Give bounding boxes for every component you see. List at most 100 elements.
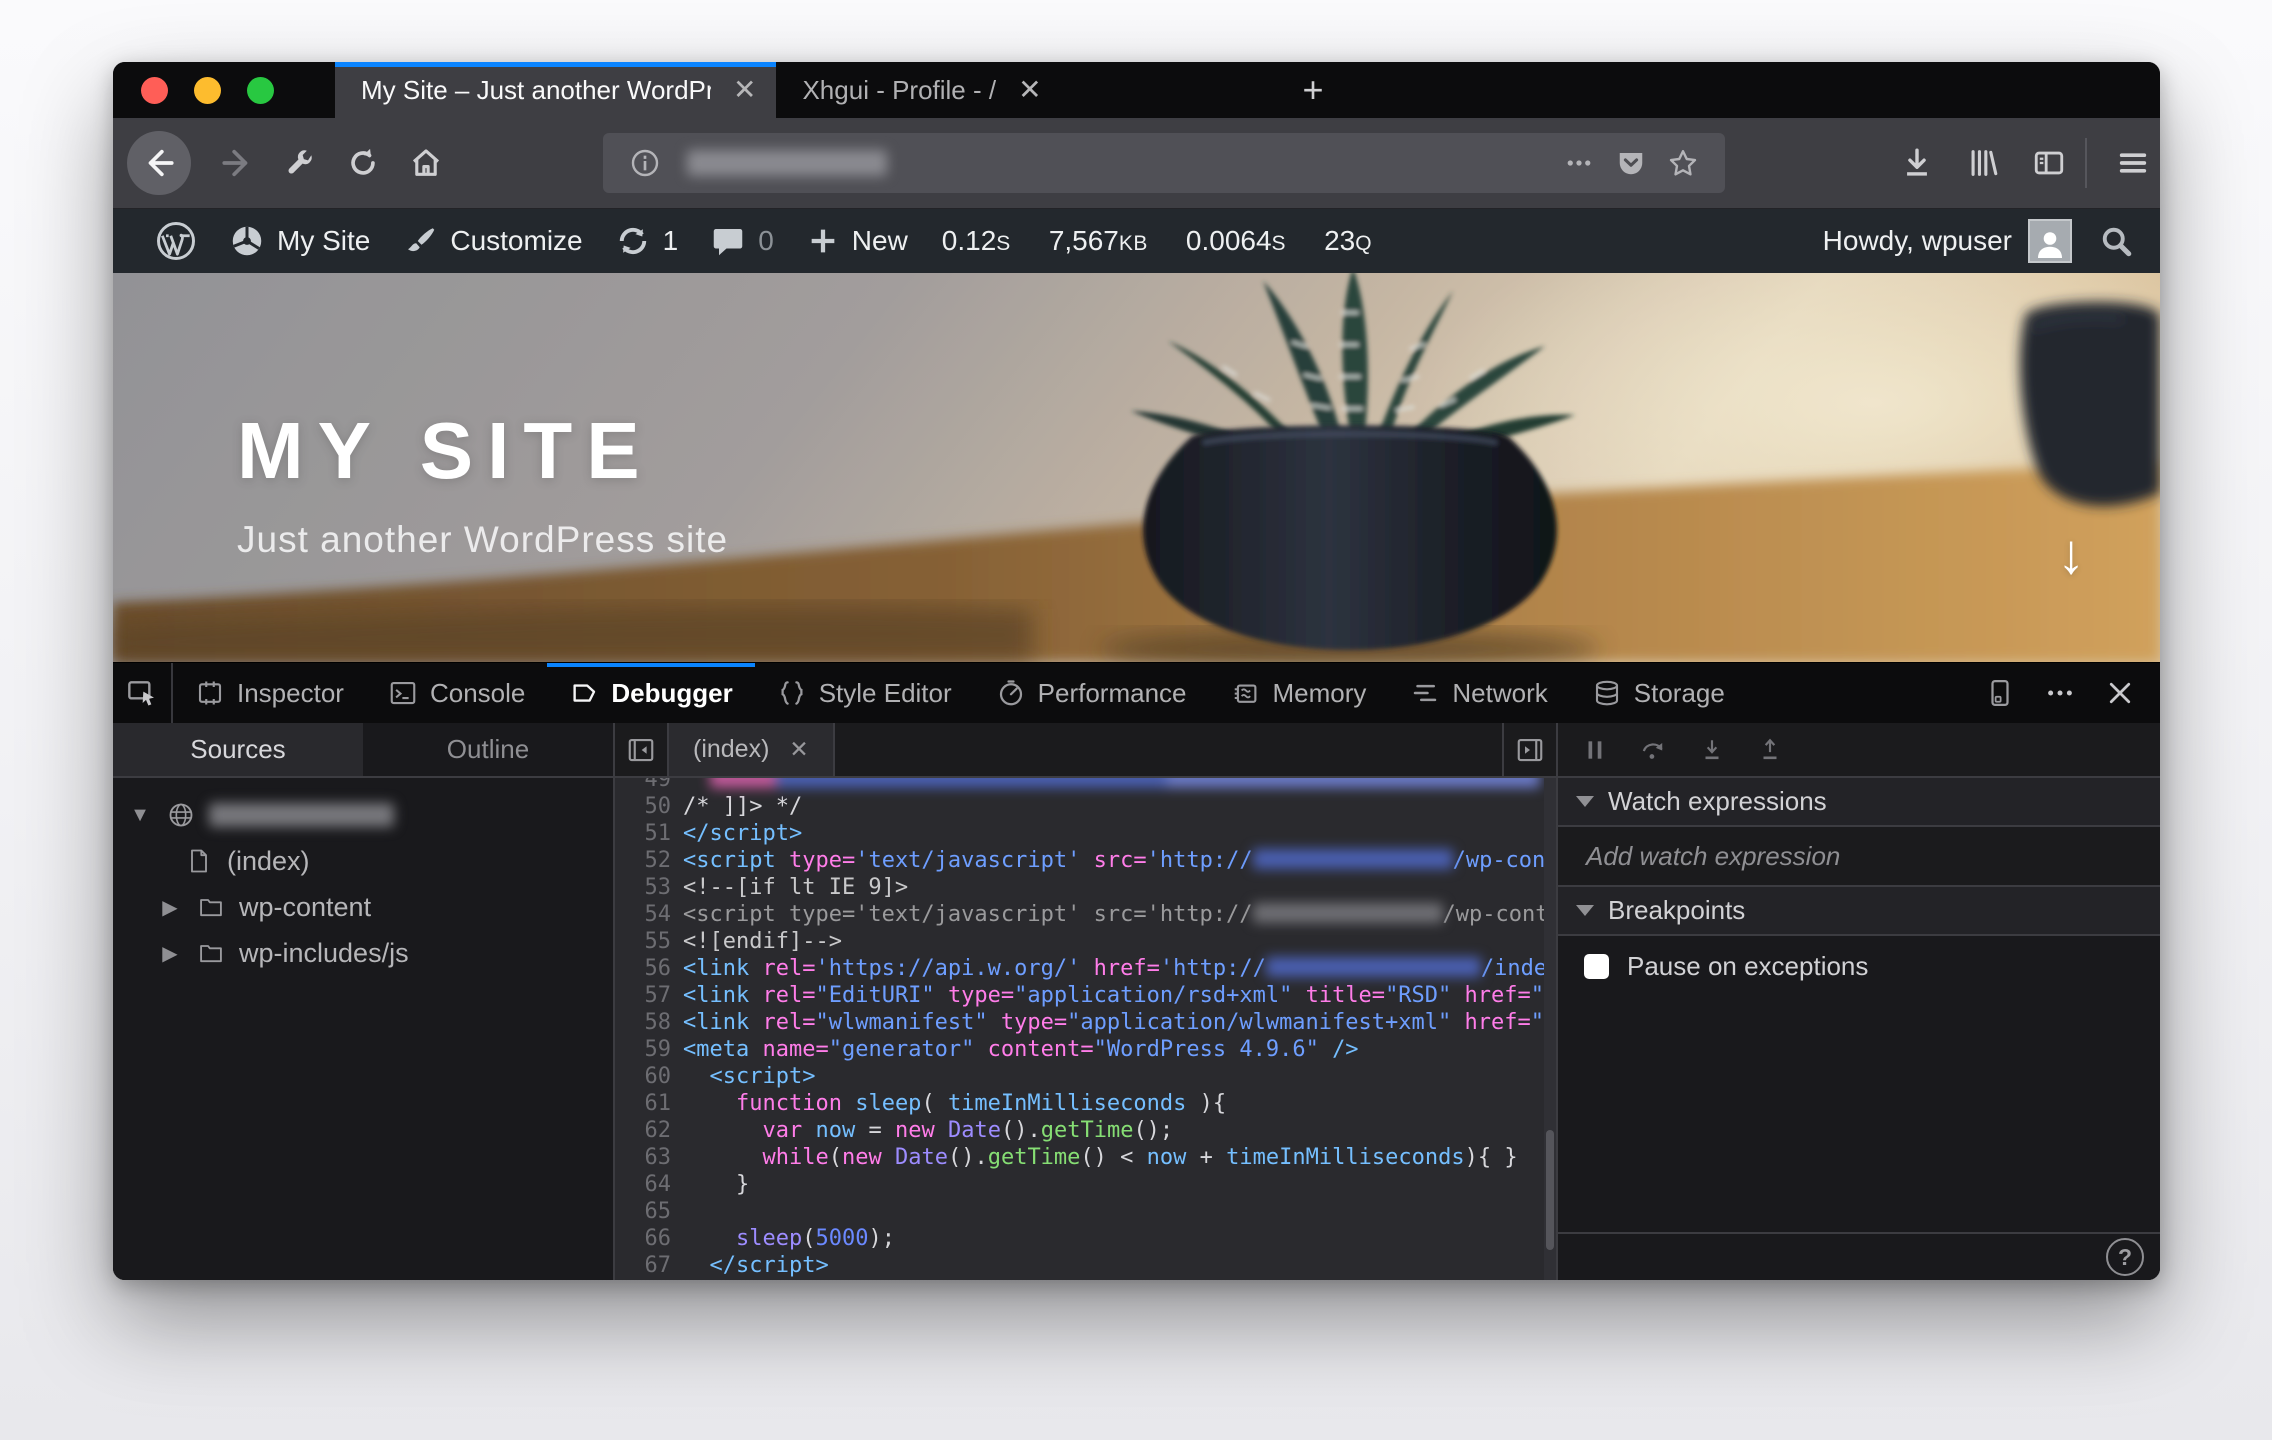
devtools-menu-icon[interactable]: [2034, 667, 2086, 719]
my-site-label: My Site: [277, 225, 371, 256]
code-line: </script>: [709, 1253, 829, 1278]
collapsed-arrow-icon[interactable]: ▶: [157, 895, 183, 920]
my-sites-icon: [229, 223, 265, 259]
updates-count: 1: [662, 225, 679, 256]
editor-tab-close-icon[interactable]: ✕: [789, 736, 808, 763]
editor-scrollbar[interactable]: [1544, 778, 1556, 1280]
new-content-menu[interactable]: New: [790, 209, 924, 273]
metric-1: 7,567kb: [1049, 225, 1148, 257]
site-info-icon[interactable]: [619, 137, 671, 189]
watch-expressions-header[interactable]: Watch expressions: [1558, 778, 2160, 827]
wp-logo-menu[interactable]: [139, 209, 213, 273]
query-monitor-metrics[interactable]: 0.12s 7,567kb 0.0064s 23q: [942, 225, 1372, 257]
page-tools-icon[interactable]: [268, 131, 332, 195]
collapse-sources-icon[interactable]: [615, 723, 669, 776]
devtools-tab-memory[interactable]: Memory: [1209, 663, 1389, 723]
help-icon[interactable]: ?: [2106, 1238, 2144, 1276]
browser-tab-0[interactable]: My Site – Just another WordPress si ✕: [335, 62, 777, 118]
tab-title: Xhgui - Profile - /: [802, 74, 997, 105]
network-icon: [1410, 678, 1440, 708]
tree-item-domain[interactable]: ▼: [113, 792, 613, 838]
wp-admin-bar: My Site Customize 1 0 New 0.12S 7,567KB …: [113, 209, 2160, 273]
devtools-close-icon[interactable]: [2094, 667, 2146, 719]
pocket-icon[interactable]: [1605, 137, 1657, 189]
pause-icon[interactable]: [1582, 737, 1608, 763]
code-line: </script>: [683, 821, 803, 846]
devtools-tab-label: Storage: [1633, 677, 1725, 708]
collapsed-arrow-icon[interactable]: ▶: [157, 941, 183, 966]
devtools-tab-performance[interactable]: Performance: [974, 663, 1209, 723]
editor-panel: (index) ✕ 49 50 51 52 53 54 55 56 57 58 59 60 61 62 63…: [613, 723, 1556, 1280]
devtools-tab-label: Network: [1452, 677, 1548, 708]
site-tagline: Just another WordPress site: [237, 519, 729, 560]
line-number: 53: [644, 875, 672, 900]
devtools-tab-style-editor[interactable]: Style Editor: [755, 663, 974, 723]
devtools-tab-network[interactable]: Network: [1388, 663, 1569, 723]
sidebar-toggle-icon[interactable]: [2017, 131, 2081, 195]
menu-hamburger-icon[interactable]: [2101, 131, 2160, 195]
tree-item-wp-includes/js[interactable]: ▶ wp-includes/js: [113, 930, 613, 976]
comments-menu[interactable]: 0: [694, 209, 790, 273]
step-over-icon[interactable]: [1638, 737, 1668, 763]
code-line: <script>: [709, 1064, 816, 1089]
devtools-tab-label: Performance: [1037, 677, 1187, 708]
watch-placeholder: Add watch expression: [1586, 840, 1841, 871]
devtools-tab-storage[interactable]: Storage: [1570, 663, 1747, 723]
tree-item-wp-content[interactable]: ▶ wp-content: [113, 884, 613, 930]
devtools-tab-label: Debugger: [611, 677, 733, 708]
console-icon: [388, 678, 418, 708]
tab-close-icon[interactable]: ✕: [1018, 76, 1041, 104]
pause-on-exceptions-checkbox[interactable]: [1584, 953, 1609, 979]
my-site-menu[interactable]: My Site: [213, 209, 386, 273]
site-hero-image: MY SITE Just another WordPress site ↓: [113, 273, 2160, 662]
devtools-tab-console[interactable]: Console: [366, 663, 547, 723]
responsive-design-mode-icon[interactable]: [1974, 667, 2026, 719]
forward-button[interactable]: [205, 131, 269, 195]
devtools-tab-debugger[interactable]: Debugger: [547, 663, 756, 723]
code-line: while(new Date().getTime() < now + timeI…: [762, 1145, 1518, 1170]
line-number: 64: [644, 1172, 672, 1197]
line-number: 54: [644, 902, 672, 927]
updates-menu[interactable]: 1: [599, 209, 695, 273]
admin-search-icon[interactable]: [2098, 223, 2134, 259]
library-icon[interactable]: [1951, 131, 2015, 195]
bookmark-star-icon[interactable]: [1657, 137, 1709, 189]
scroll-down-arrow[interactable]: ↓: [2057, 521, 2085, 586]
expand-panes-icon[interactable]: [1502, 723, 1556, 776]
code-line: [683, 778, 1556, 793]
code-editor[interactable]: 49 50 51 52 53 54 55 56 57 58 59 60 61 62 63 64 65 66 67 /…: [615, 778, 1556, 1280]
element-picker-icon[interactable]: [113, 663, 173, 723]
new-tab-button[interactable]: +: [1278, 62, 1347, 118]
devtools-tab-label: Console: [429, 677, 526, 708]
line-number: 50: [644, 794, 672, 819]
tab-close-icon[interactable]: ✕: [733, 76, 756, 104]
watch-expressions-label: Watch expressions: [1608, 786, 1827, 816]
step-out-icon[interactable]: [1756, 737, 1784, 763]
tree-item-label: (index): [227, 845, 310, 876]
customize-menu[interactable]: Customize: [386, 209, 598, 273]
add-watch-expression-input[interactable]: Add watch expression: [1558, 827, 2160, 887]
breakpoints-header[interactable]: Breakpoints: [1558, 887, 2160, 936]
devtools-tab-inspector[interactable]: Inspector: [173, 663, 366, 723]
expanded-arrow-icon[interactable]: ▼: [127, 804, 153, 827]
browser-tab-1[interactable]: Xhgui - Profile - / ✕: [776, 62, 1278, 118]
back-button[interactable]: [127, 131, 191, 195]
minimize-window-button[interactable]: [194, 76, 221, 104]
debugger-icon: [569, 678, 599, 708]
downloads-icon[interactable]: [1885, 131, 1949, 195]
pause-on-exceptions-row[interactable]: Pause on exceptions: [1558, 936, 2160, 996]
panel-tab-sources[interactable]: Sources: [113, 723, 363, 776]
step-in-icon[interactable]: [1698, 737, 1726, 763]
page-actions-icon[interactable]: [1553, 137, 1605, 189]
collapse-arrow-icon: [1576, 796, 1594, 807]
tree-item-(index)[interactable]: (index): [113, 838, 613, 884]
close-window-button[interactable]: [141, 76, 168, 104]
reload-button[interactable]: [331, 131, 395, 195]
url-bar[interactable]: [603, 133, 1725, 193]
account-menu[interactable]: Howdy, wpuser: [1823, 219, 2098, 263]
panel-tab-outline[interactable]: Outline: [363, 723, 613, 776]
editor-tab-index[interactable]: (index) ✕: [669, 723, 835, 776]
code-line: <script type='text/javascript' src='http…: [683, 902, 1556, 927]
home-button[interactable]: [394, 131, 458, 195]
zoom-window-button[interactable]: [247, 76, 274, 104]
